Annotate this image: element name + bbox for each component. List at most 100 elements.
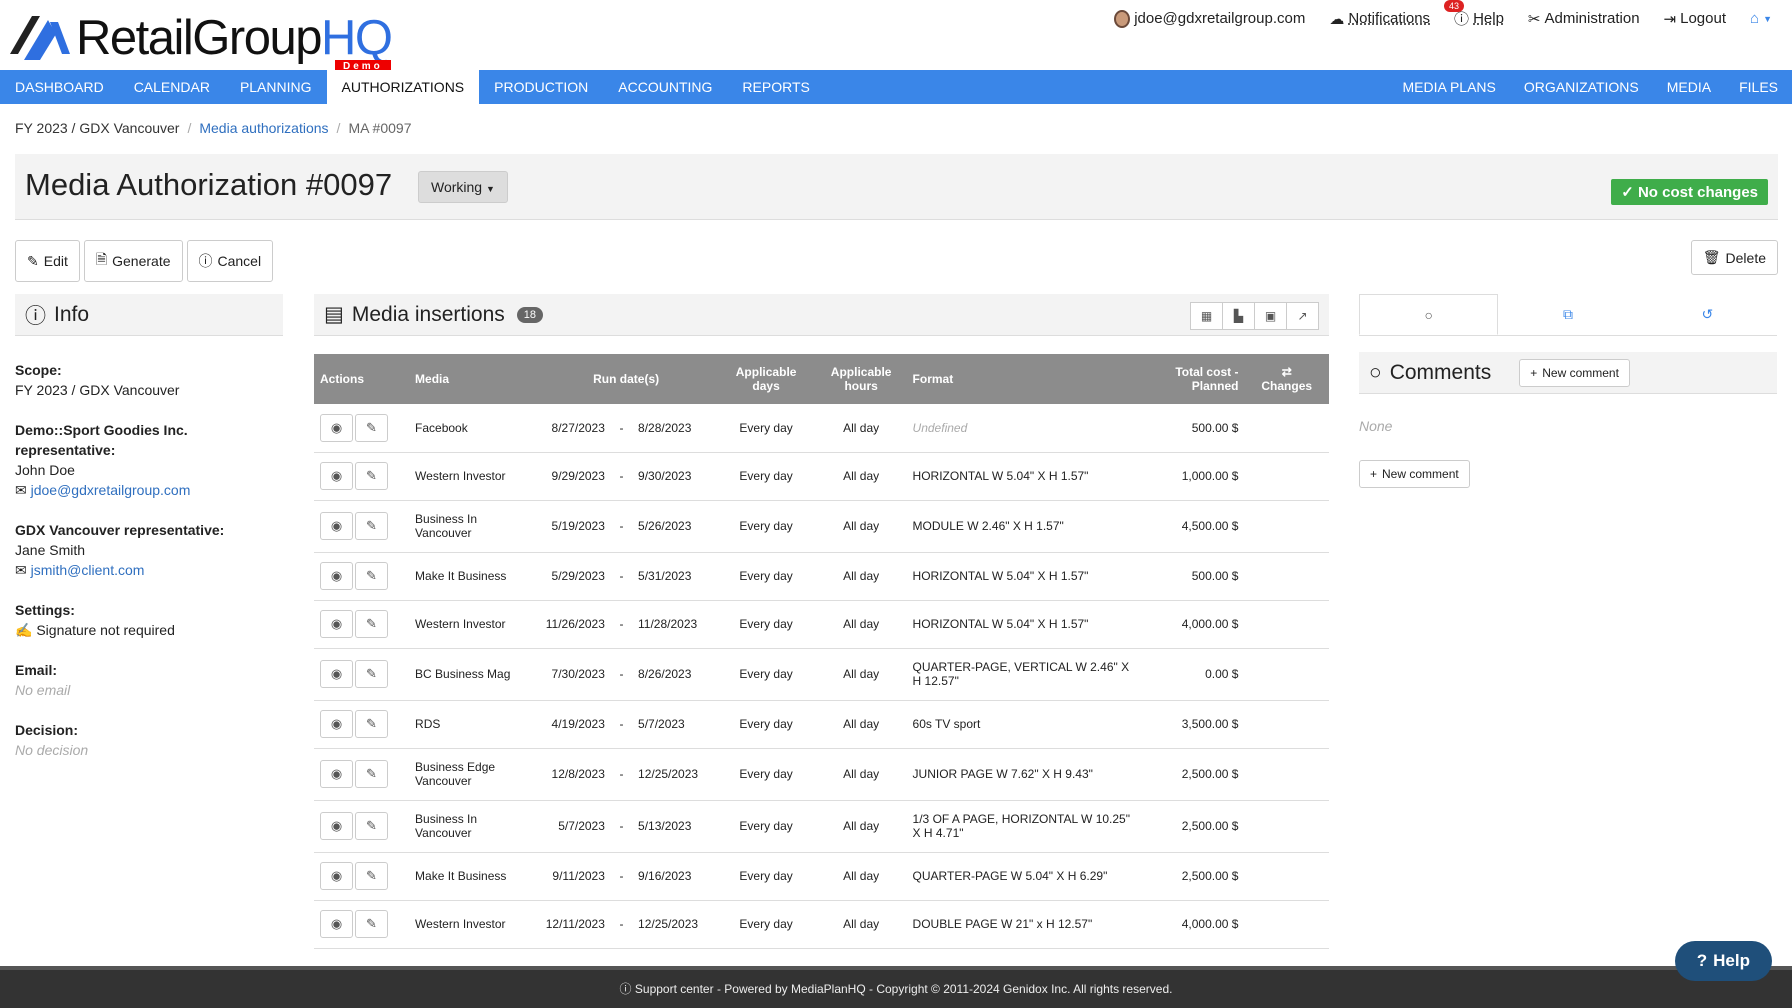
user-account[interactable]: jdoe@gdxretailgroup.com bbox=[1114, 9, 1305, 28]
pdf-icon: 🗎 bbox=[95, 251, 108, 267]
nav-planning[interactable]: PLANNING bbox=[225, 70, 327, 104]
table-row: ◉ ✎ Business In Vancouver 5/19/2023-5/26/20… bbox=[314, 500, 1329, 553]
changes-cell bbox=[1244, 900, 1329, 949]
changes-cell bbox=[1244, 700, 1329, 749]
view-insertion-button[interactable]: ◉ bbox=[320, 610, 353, 638]
changes-cell bbox=[1244, 648, 1329, 701]
edit-button[interactable]: ✎ Edit bbox=[15, 240, 80, 282]
gantt-view-icon[interactable]: ▙ bbox=[1222, 302, 1255, 330]
logo[interactable]: RetailGroupHQ Demo bbox=[10, 10, 393, 73]
nav-reports[interactable]: REPORTS bbox=[727, 70, 824, 104]
eye-icon: ◉ bbox=[330, 916, 343, 931]
comments-panel: ○ ⧉ ↺ ○ Comments + New comment None + New c… bbox=[1359, 294, 1777, 488]
format-cell: MODULE W 2.46" X H 1.57" bbox=[906, 500, 1139, 553]
changes-cell bbox=[1244, 800, 1329, 853]
days-cell: Every day bbox=[716, 552, 816, 601]
edit-insertion-button[interactable]: ✎ bbox=[355, 610, 388, 638]
nav-media-plans[interactable]: MEDIA PLANS bbox=[1389, 70, 1510, 104]
media-cell: BC Business Mag bbox=[409, 648, 536, 701]
view-insertion-button[interactable]: ◉ bbox=[320, 660, 353, 688]
table-view-icon[interactable]: ▦ bbox=[1190, 302, 1223, 330]
edit-insertion-button[interactable]: ✎ bbox=[355, 812, 388, 840]
view-insertion-button[interactable]: ◉ bbox=[320, 862, 353, 890]
run-start-cell: 5/29/2023 bbox=[535, 552, 611, 601]
view-insertion-button[interactable]: ◉ bbox=[320, 760, 353, 788]
history-icon: ↺ bbox=[1701, 306, 1714, 322]
format-cell: DOUBLE PAGE W 21" x H 12.57" bbox=[906, 900, 1139, 949]
generate-button[interactable]: 🗎 Generate bbox=[83, 240, 183, 282]
cloud-icon: ☁ bbox=[1329, 10, 1345, 28]
format-cell: HORIZONTAL W 5.04" X H 1.57" bbox=[906, 552, 1139, 601]
table-row: ◉ ✎ Western Investor 12/11/2023-12/25/2023 E… bbox=[314, 900, 1329, 949]
cancel-button[interactable]: ⓘ Cancel bbox=[186, 240, 274, 282]
view-insertion-button[interactable]: ◉ bbox=[320, 512, 353, 540]
nav-files[interactable]: FILES bbox=[1725, 70, 1792, 104]
tab-workflow[interactable]: ⧉ bbox=[1498, 294, 1637, 335]
pencil-icon: ✎ bbox=[366, 616, 377, 631]
nav-dashboard[interactable]: DASHBOARD bbox=[0, 70, 119, 104]
view-insertion-button[interactable]: ◉ bbox=[320, 710, 353, 738]
help-widget-button[interactable]: ? Help bbox=[1674, 941, 1772, 981]
status-dropdown[interactable]: Working ▼ bbox=[418, 171, 508, 203]
nav-accounting[interactable]: ACCOUNTING bbox=[603, 70, 727, 104]
edit-insertion-button[interactable]: ✎ bbox=[355, 710, 388, 738]
calendar-view-icon[interactable]: ▣ bbox=[1254, 302, 1287, 330]
changes-cell bbox=[1244, 500, 1329, 553]
administration-link[interactable]: ✂ Administration bbox=[1528, 10, 1640, 28]
eye-icon: ◉ bbox=[330, 518, 343, 533]
media-cell: Business In Vancouver bbox=[409, 800, 536, 853]
tab-history[interactable]: ↺ bbox=[1638, 294, 1777, 335]
edit-insertion-button[interactable]: ✎ bbox=[355, 910, 388, 938]
eye-icon: ◉ bbox=[330, 666, 343, 681]
nav-media[interactable]: MEDIA bbox=[1653, 70, 1725, 104]
logout-link[interactable]: ⇥ Logout bbox=[1664, 10, 1726, 28]
view-insertion-button[interactable]: ◉ bbox=[320, 812, 353, 840]
edit-insertion-button[interactable]: ✎ bbox=[355, 413, 388, 442]
envelope-icon: ✉ bbox=[15, 482, 27, 498]
new-comment-button[interactable]: + New comment bbox=[1359, 460, 1470, 488]
run-end-cell: 8/28/2023 bbox=[632, 404, 717, 453]
newspaper-icon: ▤ bbox=[324, 303, 344, 326]
tab-comments[interactable]: ○ bbox=[1359, 294, 1499, 335]
media-cell: RDS bbox=[409, 700, 536, 749]
edit-insertion-button[interactable]: ✎ bbox=[355, 862, 388, 890]
new-comment-header-button[interactable]: + New comment bbox=[1519, 358, 1630, 387]
breadcrumb-media-authorizations[interactable]: Media authorizations bbox=[199, 120, 328, 136]
chart-view-icon[interactable]: ↗ bbox=[1286, 302, 1319, 330]
envelope-icon: ✉ bbox=[15, 562, 27, 578]
view-insertion-button[interactable]: ◉ bbox=[320, 910, 353, 938]
insertions-count-badge: 18 bbox=[516, 306, 543, 323]
footer-text[interactable]: Support center - Powered by MediaPlanHQ … bbox=[635, 982, 1173, 996]
delete-button[interactable]: 🗑 Delete bbox=[1690, 240, 1778, 275]
view-insertion-button[interactable]: ◉ bbox=[320, 462, 353, 490]
view-toolbar: ▦ ▙ ▣ ↗ bbox=[1190, 302, 1319, 330]
run-end-cell: 9/16/2023 bbox=[632, 852, 717, 901]
cost-cell: 2,500.00 $ bbox=[1138, 800, 1245, 853]
nav-organizations[interactable]: ORGANIZATIONS bbox=[1510, 70, 1653, 104]
pencil-icon: ✎ bbox=[366, 716, 377, 731]
nav-calendar[interactable]: CALENDAR bbox=[119, 70, 225, 104]
client-rep-email-link[interactable]: jdoe@gdxretailgroup.com bbox=[31, 482, 191, 498]
notifications-link[interactable]: ☁ Notifications bbox=[1329, 10, 1430, 28]
signature-icon: ✍ bbox=[15, 622, 33, 638]
info-panel: ⓘ Info Scope: FY 2023 / GDX Vancouver Dem… bbox=[15, 294, 283, 780]
nav-production[interactable]: PRODUCTION bbox=[479, 70, 603, 104]
edit-insertion-button[interactable]: ✎ bbox=[355, 562, 388, 590]
edit-insertion-button[interactable]: ✎ bbox=[355, 660, 388, 688]
help-link[interactable]: 43 ⓘ Help bbox=[1444, 0, 1504, 29]
hours-cell: All day bbox=[815, 552, 907, 601]
edit-insertion-button[interactable]: ✎ bbox=[355, 512, 388, 540]
run-start-cell: 9/29/2023 bbox=[535, 452, 611, 501]
nav-authorizations[interactable]: AUTHORIZATIONS bbox=[326, 70, 480, 104]
days-cell: Every day bbox=[716, 500, 816, 553]
agency-rep-email-link[interactable]: jsmith@client.com bbox=[31, 562, 145, 578]
edit-insertion-button[interactable]: ✎ bbox=[355, 462, 388, 490]
hours-cell: All day bbox=[815, 648, 907, 701]
changes-cell bbox=[1244, 600, 1329, 649]
view-insertion-button[interactable]: ◉ bbox=[320, 562, 353, 590]
org-switcher[interactable]: ⌂ ▼ bbox=[1750, 10, 1772, 27]
trash-icon: 🗑 bbox=[1702, 249, 1721, 265]
hours-cell: All day bbox=[815, 500, 907, 553]
edit-insertion-button[interactable]: ✎ bbox=[355, 760, 388, 788]
view-insertion-button[interactable]: ◉ bbox=[320, 413, 353, 442]
